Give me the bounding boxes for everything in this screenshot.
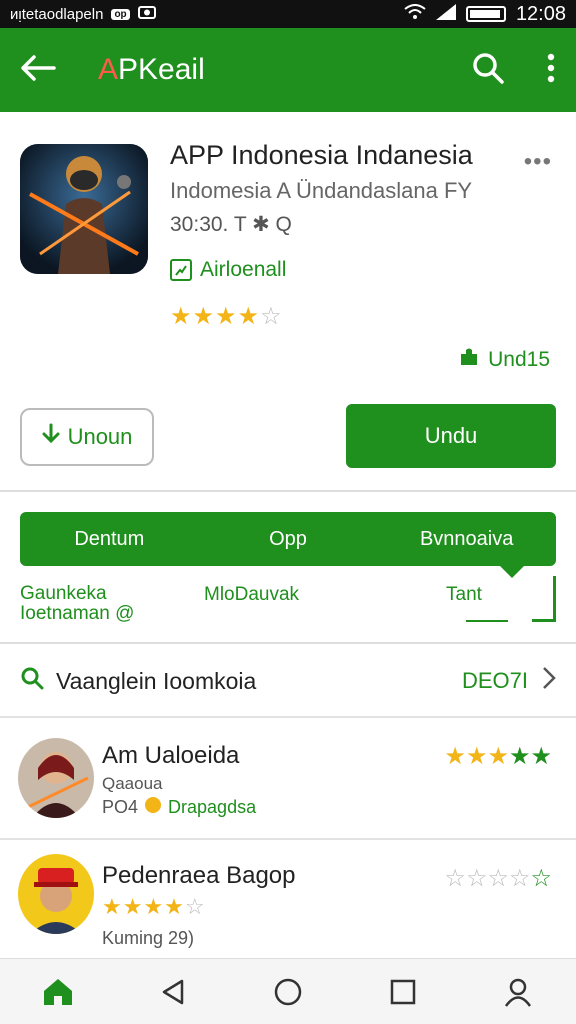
tab-bar: Dentum Opp Bvnnoaiva	[20, 512, 556, 566]
battery-icon	[465, 6, 506, 22]
subtab-corner-divider	[532, 576, 556, 622]
badge-row: Airloenall	[170, 258, 286, 282]
review-item[interactable]: Am Ualoeida Qaaoua PO4 Drapagdsa ★★★★★	[0, 720, 576, 840]
subtab-row: Gaunkeka Ioetnaman @ MloDauvak Tant	[0, 576, 576, 644]
tab-opp[interactable]: Opp	[199, 528, 378, 551]
app-name: APP Indonesia Indanesia	[170, 140, 473, 170]
subtab-item-1[interactable]: Gaunkeka Ioetnaman @	[20, 584, 134, 624]
star-icon: ★★★	[444, 743, 509, 770]
subtab-underline	[466, 620, 508, 622]
app-bar: APKeail	[0, 28, 576, 112]
app-meta: 30:30. T ✱ Q	[170, 213, 292, 236]
star-outline-icon: ☆☆☆☆	[444, 865, 531, 892]
search-section-icon	[20, 666, 44, 696]
review-inline-stars: ★★★★☆	[102, 894, 206, 920]
review-item[interactable]: Pedenraea Bagop ★★★★☆ Kuming 29) ☆☆☆☆☆	[0, 842, 576, 958]
subtab-item-3[interactable]: Tant	[446, 584, 482, 606]
section-label: Vaanglein Ioomkoia	[56, 667, 257, 694]
star-green-outline-icon: ☆	[530, 865, 552, 892]
star-outline-icon: ☆	[184, 894, 206, 919]
more-horiz-icon[interactable]: •••	[524, 148, 552, 176]
review-meta-highlight: Drapagdsa	[168, 797, 257, 817]
star-icon: ★★★★	[170, 303, 261, 330]
review-meta: Kuming 29)	[102, 928, 195, 948]
section-row[interactable]: Vaanglein Ioomkoia DEO7I	[0, 646, 576, 718]
puzzle-icon	[458, 346, 480, 374]
badge-icon	[170, 259, 192, 281]
section-code: DEO7I	[461, 668, 528, 693]
back-arrow-icon[interactable]	[20, 54, 56, 87]
star-outline-icon: ☆	[260, 303, 283, 330]
notification-text: ᴎᴉtetaodlapeln	[10, 5, 104, 23]
star-icon: ★★★★	[102, 894, 185, 919]
app-icon-image[interactable]	[20, 144, 148, 274]
subtab-item-1-line2: Ioetnaman @	[20, 603, 135, 624]
home-icon[interactable]	[28, 962, 88, 1022]
back-triangle-icon[interactable]	[143, 962, 203, 1022]
install-button[interactable]: Undu	[346, 404, 556, 468]
tab-bvnnoaiva[interactable]: Bvnnoaiva	[377, 528, 556, 551]
status-bar: ᴎᴉtetaodlapeln op 12:08	[0, 0, 576, 28]
tab-dentum[interactable]: Dentum	[20, 528, 199, 551]
camera-icon	[137, 5, 156, 23]
bottom-nav	[0, 958, 576, 1024]
reviewer-name: Pedenraea Bagop	[102, 862, 296, 889]
star-green-icon: ★★	[508, 743, 552, 770]
download-arrow-icon	[42, 423, 60, 451]
circle-home-icon[interactable]	[258, 962, 318, 1022]
review-meta-prefix: PO4	[102, 797, 139, 817]
chevron-right-icon	[542, 666, 556, 697]
badge-label: Airloenall	[200, 258, 287, 281]
reviewer-name: Am Ualoeida	[102, 742, 240, 769]
notification-badge-icon: op	[111, 8, 130, 20]
app-developer[interactable]: Indomesia A Ündandaslana FY	[170, 178, 472, 204]
signal-icon	[435, 3, 456, 26]
recents-square-icon[interactable]	[373, 962, 433, 1022]
search-icon[interactable]	[472, 52, 504, 89]
installs-row: Und15	[458, 346, 550, 374]
app-bar-title: APKeail	[98, 53, 205, 87]
wifi-icon	[404, 3, 426, 26]
subtab-item-2[interactable]: MloDauvak	[204, 584, 299, 606]
app-rating-stars: ★★★★☆	[170, 302, 283, 331]
app-header: APP Indonesia Indanesia Indomesia A Ünda…	[0, 112, 576, 492]
reviewer-avatar	[18, 738, 94, 818]
installs-label: Und15	[488, 348, 550, 371]
more-vert-icon[interactable]	[546, 53, 556, 88]
app-bar-title-text: PKeail	[118, 53, 205, 86]
app-bar-title-accent: A	[98, 53, 119, 86]
reviewer-avatar	[18, 854, 94, 934]
review-rating-stars: ★★★★★	[444, 742, 552, 771]
secondary-action-button[interactable]: Unoun	[20, 408, 154, 466]
status-time: 12:08	[515, 2, 566, 25]
profile-icon[interactable]	[488, 962, 548, 1022]
subtab-item-1-line1: Gaunkeka	[20, 583, 107, 604]
coin-icon	[144, 796, 162, 819]
review-meta-row: PO4 Drapagdsa	[102, 796, 256, 819]
secondary-action-label: Unoun	[67, 424, 133, 449]
review-meta: Qaaoua	[102, 774, 163, 793]
review-rating-stars: ☆☆☆☆☆	[444, 864, 552, 893]
